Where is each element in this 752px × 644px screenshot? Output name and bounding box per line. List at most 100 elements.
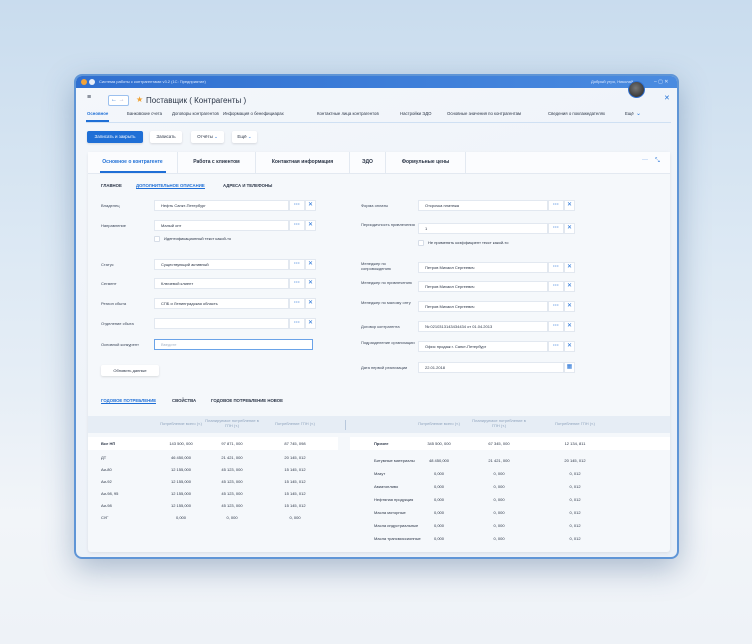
table-cell: 0, 000 xyxy=(226,515,238,520)
refresh-button[interactable]: Обновить данные xyxy=(101,365,159,376)
clear-icon[interactable]: ✕ xyxy=(305,259,316,270)
calendar-icon[interactable]: ▦ xyxy=(564,362,575,373)
field-input[interactable]: Петров Михаил Сергеевич xyxy=(418,301,548,312)
more-icon[interactable]: ··· xyxy=(289,220,305,231)
clear-icon[interactable]: ✕ xyxy=(564,321,575,332)
clear-icon[interactable]: ✕ xyxy=(305,298,316,309)
clear-icon[interactable]: ✕ xyxy=(305,220,316,231)
nav-tab[interactable]: Информация о бенефициарах xyxy=(223,111,284,116)
main-competitor-input[interactable]: Введите xyxy=(154,339,313,350)
field-input[interactable]: Ключевой клиент xyxy=(154,278,289,289)
window-dot-icon[interactable] xyxy=(89,79,95,85)
expand-icon[interactable]: ⤡ xyxy=(655,158,660,165)
back-icon[interactable]: ← xyxy=(111,97,117,103)
table-cell: 48 450,000 xyxy=(428,458,450,463)
table-cell: Масла моторные xyxy=(374,510,406,515)
table-cell: 0, 000 xyxy=(493,510,505,515)
more-icon[interactable]: ··· xyxy=(289,259,305,270)
more-button[interactable]: Ещё ⌄ xyxy=(232,131,257,143)
more-icon[interactable]: ··· xyxy=(548,341,564,352)
table-cell: 0, 012 xyxy=(569,510,581,515)
field-label: Владелец xyxy=(101,203,120,208)
bottom-tab[interactable]: ГОДОВОЕ ПОТРЕБЛЕНИЕ xyxy=(101,398,157,404)
nav-tab[interactable]: Договоры контрагентов xyxy=(172,111,219,116)
field-input[interactable]: СПБ и Ленинградская область xyxy=(154,298,289,309)
main-tab-2[interactable]: Контактная информация xyxy=(256,152,350,174)
window-controls-icon[interactable]: – ▢ ✕ xyxy=(654,76,668,88)
more-icon[interactable]: ··· xyxy=(642,157,648,163)
table-cell: 0,000 xyxy=(433,497,444,502)
more-icon[interactable]: ··· xyxy=(289,318,305,329)
field-label: Отделение сбыта xyxy=(101,321,134,326)
save-button[interactable]: Записать xyxy=(150,131,182,143)
checkbox[interactable] xyxy=(154,236,160,242)
sub-tab[interactable]: ГЛАВНОЕ xyxy=(101,183,122,188)
field-input[interactable]: № 0210313143434434 от 01.04.2013 xyxy=(418,321,548,332)
clear-icon[interactable]: ✕ xyxy=(564,341,575,352)
bottom-tab[interactable]: ГОДОВОЕ ПОТРЕБЛЕНИЕ НОВОЕ xyxy=(211,398,283,403)
nav-tab[interactable]: Ещё xyxy=(625,111,634,116)
star-icon[interactable]: ★ xyxy=(136,95,143,104)
more-icon[interactable]: ··· xyxy=(548,321,564,332)
field-input[interactable]: Петров Михаил Сергеевич xyxy=(418,281,548,292)
sub-tab[interactable]: АДРЕСА И ТЕЛЕФОНЫ xyxy=(223,183,272,188)
clear-icon[interactable]: ✕ xyxy=(564,301,575,312)
field-input[interactable]: Петров Михаил Сергеевич xyxy=(418,262,548,273)
field-input[interactable]: Офис продаж г. Санкт-Петербург xyxy=(418,341,548,352)
nav-buttons: ← → xyxy=(108,95,129,106)
more-icon[interactable]: ··· xyxy=(548,262,564,273)
more-icon[interactable]: ··· xyxy=(289,298,305,309)
window-dot-icon[interactable] xyxy=(81,79,87,85)
table-cell: 21 421, 000 xyxy=(221,455,243,460)
more-icon[interactable]: ··· xyxy=(548,281,564,292)
clear-icon[interactable]: ✕ xyxy=(564,223,575,234)
save-close-button[interactable]: Записать и закрыть xyxy=(87,131,143,143)
field-input[interactable] xyxy=(154,318,289,329)
more-icon[interactable]: ··· xyxy=(548,301,564,312)
more-icon[interactable]: ··· xyxy=(548,223,564,234)
main-tab-1[interactable]: Работа с клиентом xyxy=(178,152,256,174)
bottom-tab[interactable]: СВОЙСТВА xyxy=(172,398,196,403)
table-cell: 0, 012 xyxy=(569,471,581,476)
reports-label: Отчёты xyxy=(197,134,213,139)
checkbox[interactable] xyxy=(418,240,424,246)
clear-icon[interactable]: ✕ xyxy=(564,262,575,273)
table-cell: Битумные материалы xyxy=(374,458,415,463)
sub-tab[interactable]: ДОПОЛНИТЕЛЬНОЕ ОПИСАНИЕ xyxy=(136,183,205,189)
clear-icon[interactable]: ✕ xyxy=(564,281,575,292)
table-cell: 0, 000 xyxy=(493,484,505,489)
column-header: Планируемое потребление в ГПН (т.) xyxy=(205,418,259,428)
main-tab-4[interactable]: Формульные цены xyxy=(386,152,466,174)
column-header: Потребление ГПН (т.) xyxy=(555,421,595,426)
field-input[interactable]: Нефть Санкт-Петербург xyxy=(154,200,289,211)
field-input[interactable]: Малый опт xyxy=(154,220,289,231)
more-icon[interactable]: ··· xyxy=(548,200,564,211)
nav-tab[interactable]: Контактные лица контрагентов xyxy=(317,111,379,116)
clear-icon[interactable]: ✕ xyxy=(305,318,316,329)
nav-tab[interactable]: Основное xyxy=(87,111,108,116)
nav-tab[interactable]: Банковские счета xyxy=(127,111,162,116)
avatar[interactable] xyxy=(628,81,645,98)
clear-icon[interactable]: ✕ xyxy=(305,200,316,211)
main-tab-3[interactable]: ЭДО xyxy=(350,152,386,174)
menu-icon[interactable]: ≡ xyxy=(87,94,96,101)
clear-icon[interactable]: ✕ xyxy=(305,278,316,289)
forward-icon[interactable]: → xyxy=(119,97,125,103)
clear-icon[interactable]: ✕ xyxy=(564,200,575,211)
field-label: Подразделение организации xyxy=(361,340,415,345)
table-cell: 87 745, 098 xyxy=(284,441,306,446)
reports-button[interactable]: Отчёты ⌄ xyxy=(191,131,224,143)
field-label: Регион сбыта xyxy=(101,301,127,306)
table-cell: 0,000 xyxy=(433,471,444,476)
title-bar: Система работы с контрагентами v3.2 (1С:… xyxy=(76,76,677,88)
nav-tab[interactable]: Основные значения по контрагентам xyxy=(447,111,521,116)
field-input[interactable]: 1 xyxy=(418,223,548,234)
nav-tab[interactable]: Сведения о поклажедателях xyxy=(548,111,605,116)
close-icon[interactable]: ✕ xyxy=(664,94,670,102)
nav-tab[interactable]: Настройки ЭДО xyxy=(400,111,431,116)
field-input[interactable]: Существующий активный xyxy=(154,259,289,270)
more-icon[interactable]: ··· xyxy=(289,200,305,211)
date-input[interactable]: 22.01.2018 xyxy=(418,362,564,373)
more-icon[interactable]: ··· xyxy=(289,278,305,289)
field-input[interactable]: Отсрочка платежа xyxy=(418,200,548,211)
